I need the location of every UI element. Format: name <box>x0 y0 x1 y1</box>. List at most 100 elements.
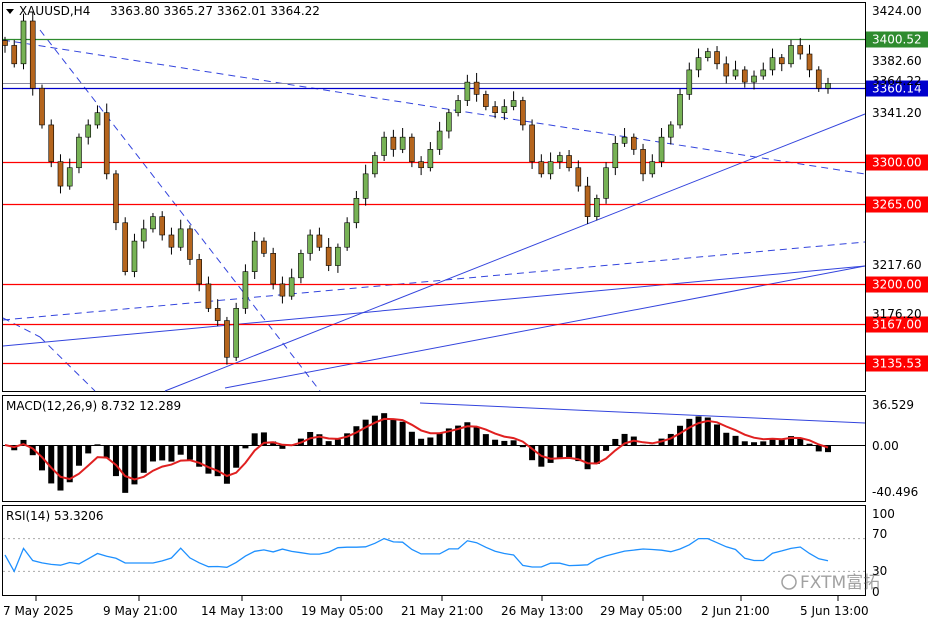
macd-bar <box>806 443 813 445</box>
candle-body <box>612 142 619 169</box>
level-label: 3265.00 <box>872 198 922 212</box>
candle-body <box>48 124 55 162</box>
candle-body <box>603 167 609 199</box>
candle-body <box>196 259 202 285</box>
macd-bar <box>390 419 397 445</box>
price-tick: 3424.00 <box>872 4 922 18</box>
candle-body <box>566 155 572 169</box>
candle-body <box>76 136 82 169</box>
macd-bar <box>566 445 573 458</box>
candle-body <box>353 198 360 224</box>
candle-body <box>575 167 582 187</box>
candle-body <box>362 173 369 199</box>
candle-body <box>261 240 267 254</box>
macd-bar <box>186 445 193 460</box>
macd-bar <box>492 439 499 445</box>
current-price-label: 3364.22 <box>872 74 922 88</box>
macd-bar <box>510 440 517 445</box>
candle-body <box>640 149 646 175</box>
time-axis: 7 May 2025 9 May 21:00 14 May 13:00 19 M… <box>3 596 869 618</box>
candle-body <box>242 271 249 309</box>
candle-body <box>390 136 397 150</box>
candle-body <box>325 246 332 266</box>
candle-body <box>788 45 794 65</box>
chart-svg: 3400.523360.143300.003265.003200.003167.… <box>2 2 928 618</box>
macd-bar <box>436 433 443 445</box>
candle-body <box>760 69 767 77</box>
macd-bar <box>233 445 240 468</box>
candle-body <box>723 63 730 77</box>
candle-body <box>492 106 498 114</box>
macd-bar <box>251 433 258 445</box>
candle-body <box>2 40 8 46</box>
candle-body <box>557 155 563 162</box>
candle-body <box>113 173 119 224</box>
macd-bar <box>103 445 110 459</box>
price-tick: 3341.20 <box>872 106 922 120</box>
candle-body <box>538 161 545 175</box>
level-label: 3135.53 <box>872 357 922 371</box>
macd-bar <box>547 445 554 463</box>
level-label: 3400.52 <box>872 33 922 47</box>
candle-body <box>649 161 656 175</box>
time-label: 19 May 05:00 <box>301 604 383 618</box>
watermark-text: FXTM富拓 <box>800 573 880 593</box>
macd-bar <box>501 440 508 445</box>
candle-body <box>399 136 406 150</box>
macd-bar <box>57 445 64 491</box>
rsi-tick: 100 <box>872 507 895 521</box>
macd-bar <box>223 445 230 484</box>
candle-body <box>131 240 138 272</box>
candle-body <box>778 57 785 65</box>
candle-body <box>233 308 239 358</box>
candle-body <box>769 57 776 71</box>
symbol-label: XAUUSD,H4 <box>19 4 90 18</box>
macd-bar <box>482 434 489 445</box>
macd-bar <box>473 426 480 445</box>
time-label: 26 May 13:00 <box>501 604 583 618</box>
candle-body <box>298 253 304 279</box>
candle-body <box>409 136 415 162</box>
macd-bar <box>371 415 378 445</box>
candle-body <box>187 228 193 260</box>
candle-body <box>214 308 221 321</box>
candle-body <box>381 136 387 156</box>
candle-body <box>815 69 822 89</box>
macd-tick: 36.529 <box>872 398 914 412</box>
macd-bar <box>325 441 332 445</box>
candle-body <box>806 53 813 71</box>
macd-bar <box>75 445 82 466</box>
candle-body <box>159 216 166 236</box>
macd-bar <box>399 421 406 445</box>
candle-body <box>140 228 147 242</box>
candle-body <box>677 94 683 126</box>
candle-body <box>621 136 628 144</box>
macd-bar <box>168 445 175 462</box>
rsi-title: RSI(14) 53.3206 <box>6 509 104 523</box>
candle-body <box>344 222 350 248</box>
macd-bar <box>353 426 360 445</box>
macd-bar <box>584 445 591 470</box>
candle-body <box>797 45 804 55</box>
candle-body <box>510 100 517 107</box>
candle-body <box>594 198 600 217</box>
macd-bar <box>723 432 730 445</box>
time-label: 9 May 21:00 <box>103 604 178 618</box>
candle-body <box>446 112 452 132</box>
macd-bar <box>778 439 785 445</box>
macd-bar <box>140 445 147 473</box>
candle-body <box>335 246 341 266</box>
candle-body <box>279 283 286 297</box>
macd-bar <box>732 435 739 445</box>
candle-body <box>751 75 757 83</box>
candle-body <box>205 283 212 309</box>
macd-bar <box>177 445 184 455</box>
candle-body <box>427 149 434 169</box>
candle-body <box>455 100 461 114</box>
macd-bar <box>122 445 129 493</box>
price-tick: 3217.60 <box>872 258 922 272</box>
macd-bar <box>593 445 600 464</box>
time-label: 5 Jun 13:00 <box>800 604 869 618</box>
level-label: 3300.00 <box>872 156 922 170</box>
macd-bar <box>751 442 758 445</box>
